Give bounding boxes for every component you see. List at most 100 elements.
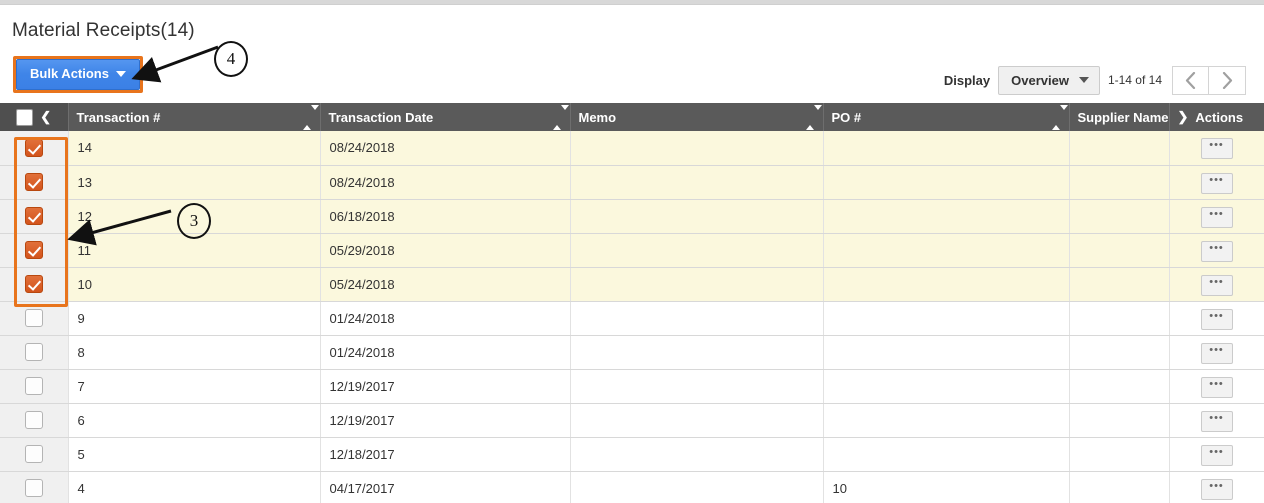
table-row[interactable]: 612/19/2017 ••• — [0, 403, 1264, 437]
table-row[interactable]: 801/24/2018 ••• — [0, 335, 1264, 369]
row-actions-button[interactable]: ••• — [1201, 138, 1233, 159]
cell-actions: ••• — [1169, 131, 1264, 165]
annotation-label: 4 — [227, 49, 236, 69]
cell-memo — [570, 437, 823, 471]
cell-po-no — [823, 199, 1069, 233]
cell-actions: ••• — [1169, 199, 1264, 233]
select-all-checkbox[interactable] — [16, 109, 33, 126]
column-header-transaction-date[interactable]: Transaction Date — [320, 103, 570, 131]
column-header-supplier-name[interactable]: Supplier Name — [1069, 103, 1169, 131]
cell-supplier-name — [1069, 233, 1169, 267]
sort-icon[interactable] — [806, 110, 815, 125]
select-all-header-cell: ❮ — [0, 103, 68, 131]
cell-actions: ••• — [1169, 369, 1264, 403]
row-actions-button[interactable]: ••• — [1201, 207, 1233, 228]
sort-icon[interactable] — [553, 110, 562, 125]
chevron-left-icon[interactable]: ❮ — [40, 109, 51, 125]
cell-supplier-name — [1069, 335, 1169, 369]
cell-memo — [570, 199, 823, 233]
row-checkbox-unchecked[interactable] — [25, 445, 43, 463]
cell-transaction-no: 10 — [68, 267, 320, 301]
row-actions-button[interactable]: ••• — [1201, 445, 1233, 466]
table-row[interactable]: 1408/24/2018••• — [0, 131, 1264, 165]
row-actions-button[interactable]: ••• — [1201, 173, 1233, 194]
bulk-actions-label: Bulk Actions — [30, 66, 109, 81]
row-select-cell — [0, 199, 68, 233]
table-row[interactable]: 1308/24/2018••• — [0, 165, 1264, 199]
cell-transaction-date: 08/24/2018 — [320, 131, 570, 165]
cell-po-no — [823, 369, 1069, 403]
row-checkbox-unchecked[interactable] — [25, 343, 43, 361]
cell-transaction-no: 6 — [68, 403, 320, 437]
cell-supplier-name — [1069, 131, 1169, 165]
cell-transaction-no: 7 — [68, 369, 320, 403]
row-select-cell — [0, 471, 68, 503]
cell-supplier-name — [1069, 403, 1169, 437]
column-header-memo[interactable]: Memo — [570, 103, 823, 131]
cell-transaction-date: 08/24/2018 — [320, 165, 570, 199]
cell-transaction-date: 12/18/2017 — [320, 437, 570, 471]
row-checkbox-unchecked[interactable] — [25, 411, 43, 429]
row-select-cell — [0, 165, 68, 199]
next-page-button[interactable] — [1209, 66, 1246, 95]
column-label: Supplier Name — [1078, 110, 1169, 125]
cell-transaction-date: 12/19/2017 — [320, 369, 570, 403]
row-checkbox-unchecked[interactable] — [25, 309, 43, 327]
row-actions-button[interactable]: ••• — [1201, 343, 1233, 364]
table-row[interactable]: 712/19/2017 ••• — [0, 369, 1264, 403]
row-actions-button[interactable]: ••• — [1201, 377, 1233, 398]
display-label: Display — [944, 73, 990, 88]
material-receipts-table-container: ❮ Transaction # Transaction Date — [0, 103, 1264, 503]
cell-transaction-no: 8 — [68, 335, 320, 369]
cell-supplier-name — [1069, 301, 1169, 335]
previous-page-button[interactable] — [1172, 66, 1209, 95]
cell-supplier-name — [1069, 471, 1169, 503]
display-view-select[interactable]: Overview — [998, 66, 1100, 95]
cell-po-no — [823, 335, 1069, 369]
cell-actions: ••• — [1169, 233, 1264, 267]
row-actions-button[interactable]: ••• — [1201, 411, 1233, 432]
cell-transaction-date: 12/19/2017 — [320, 403, 570, 437]
pagination-range: 1-14 of 14 — [1108, 73, 1162, 87]
cell-memo — [570, 335, 823, 369]
row-actions-button[interactable]: ••• — [1201, 275, 1233, 296]
row-select-cell — [0, 301, 68, 335]
display-view-value: Overview — [1011, 73, 1069, 88]
row-checkbox-checked[interactable] — [25, 173, 43, 191]
table-row[interactable]: 404/17/201710••• — [0, 471, 1264, 503]
row-actions-button[interactable]: ••• — [1201, 309, 1233, 330]
cell-transaction-date: 06/18/2018 — [320, 199, 570, 233]
row-checkbox-checked[interactable] — [25, 275, 43, 293]
table-body: 1408/24/2018•••1308/24/2018•••1206/18/20… — [0, 131, 1264, 503]
row-actions-button[interactable]: ••• — [1201, 241, 1233, 262]
sort-icon[interactable] — [1052, 110, 1061, 125]
cell-memo — [570, 233, 823, 267]
row-select-cell — [0, 233, 68, 267]
row-select-cell — [0, 369, 68, 403]
row-checkbox-checked[interactable] — [25, 139, 43, 157]
cell-po-no — [823, 267, 1069, 301]
annotation-marker-3: 3 — [177, 203, 211, 239]
row-checkbox-unchecked[interactable] — [25, 479, 43, 497]
chevron-right-icon — [1222, 72, 1233, 89]
row-checkbox-checked[interactable] — [25, 207, 43, 225]
chevron-right-icon[interactable]: ❯ — [1178, 109, 1189, 125]
chevron-down-icon — [1079, 77, 1089, 83]
cell-transaction-date: 05/29/2018 — [320, 233, 570, 267]
row-checkbox-checked[interactable] — [25, 241, 43, 259]
column-header-po-no[interactable]: PO # — [823, 103, 1069, 131]
table-row[interactable]: 901/24/2018••• — [0, 301, 1264, 335]
cell-po-no — [823, 437, 1069, 471]
column-label: Memo — [579, 110, 617, 125]
table-row[interactable]: 1005/24/2018••• — [0, 267, 1264, 301]
row-actions-button[interactable]: ••• — [1201, 479, 1233, 500]
table-row[interactable]: 512/18/2017••• — [0, 437, 1264, 471]
sort-icon[interactable] — [303, 110, 312, 125]
material-receipts-table: ❮ Transaction # Transaction Date — [0, 103, 1264, 503]
column-header-transaction-no[interactable]: Transaction # — [68, 103, 320, 131]
row-select-cell — [0, 437, 68, 471]
bulk-actions-button[interactable]: Bulk Actions — [16, 59, 140, 90]
row-checkbox-unchecked[interactable] — [25, 377, 43, 395]
cell-po-no — [823, 301, 1069, 335]
cell-transaction-date: 01/24/2018 — [320, 335, 570, 369]
